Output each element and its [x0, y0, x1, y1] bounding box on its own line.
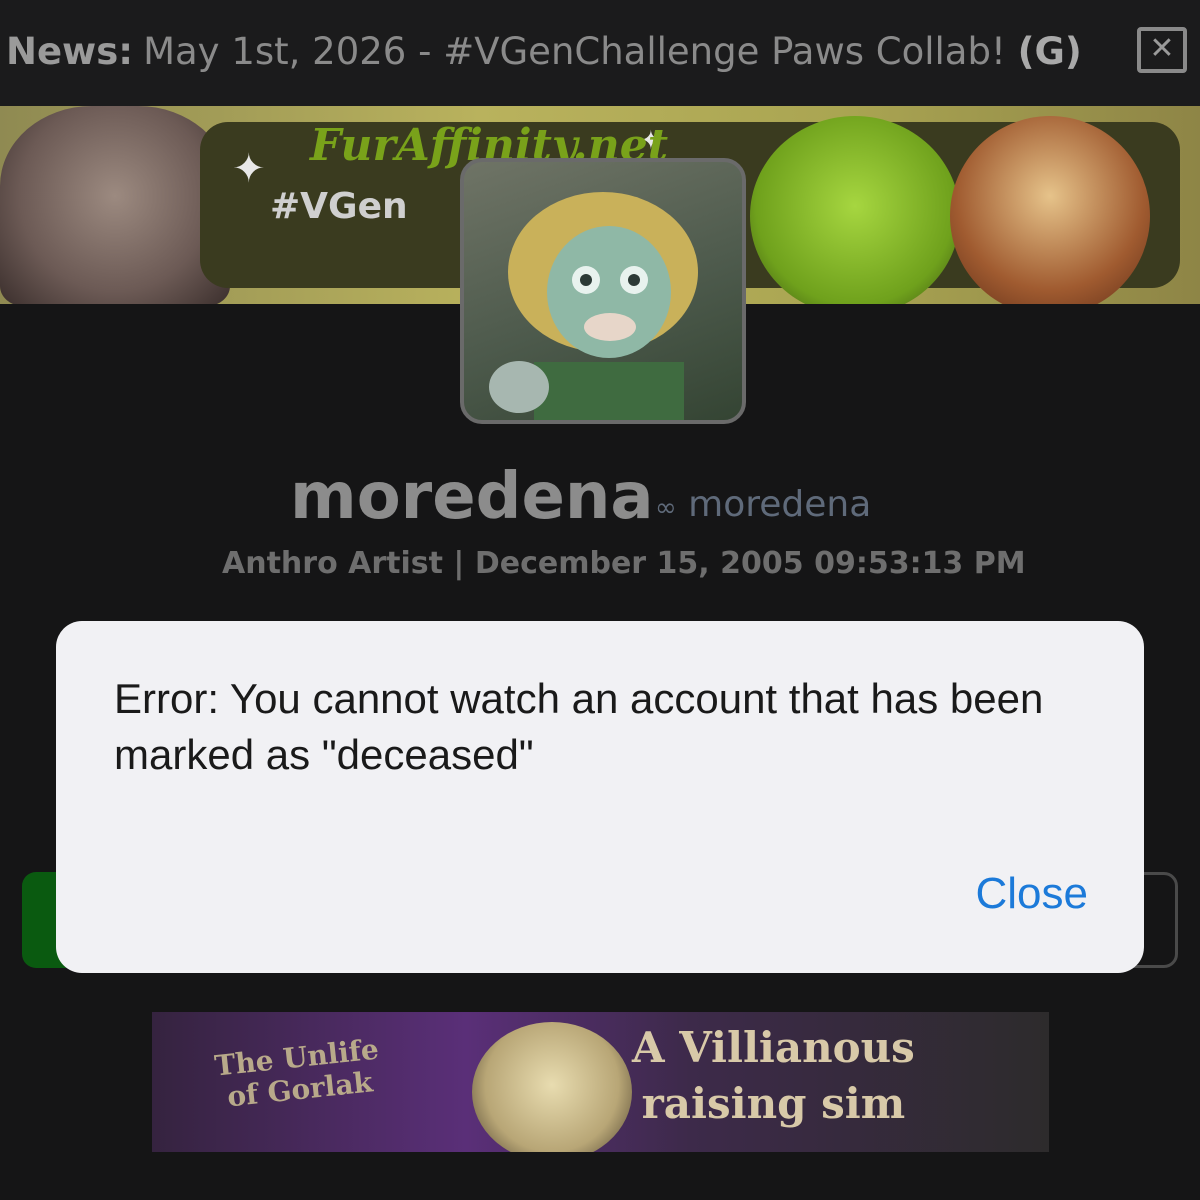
- banner-tag: #VGen: [270, 186, 408, 227]
- news-headline[interactable]: May 1st, 2026 - #VGenChallenge Paws Coll…: [143, 30, 1006, 73]
- news-rating: (G): [1017, 30, 1082, 73]
- alert-close-button[interactable]: Close: [976, 869, 1089, 919]
- ad-tagline: A Villianous raising sim: [632, 1020, 915, 1132]
- alert-message: Error: You cannot watch an account that …: [114, 675, 1044, 778]
- profile-page: News: May 1st, 2026 - #VGenChallenge Paws…: [0, 0, 1200, 1200]
- profile-subline: Anthro Artist | December 15, 2005 09:53:…: [222, 546, 1026, 581]
- avatar-art: [489, 192, 698, 420]
- ad-game-title: The Unlife of Gorlak: [213, 1033, 383, 1115]
- skull-character-art: [472, 1022, 632, 1152]
- brown-character-art: [950, 116, 1150, 304]
- close-icon[interactable]: ✕: [1137, 27, 1187, 73]
- fox-character-art: [0, 106, 230, 304]
- news-text[interactable]: News: May 1st, 2026 - #VGenChallenge Paws…: [6, 30, 1082, 73]
- profile-username: moredena: [290, 460, 654, 534]
- news-label: News:: [6, 30, 134, 73]
- ad-tagline-line-1: A Villianous: [632, 1023, 915, 1072]
- separator: |: [453, 546, 465, 581]
- news-bar: News: May 1st, 2026 - #VGenChallenge Paws…: [0, 0, 1200, 106]
- green-character-art: [750, 116, 960, 304]
- error-alert-dialog: Error: You cannot watch an account that …: [56, 621, 1144, 973]
- alt-handle-link[interactable]: ∞ moredena: [655, 484, 871, 525]
- user-type: Anthro Artist: [222, 546, 443, 581]
- join-date: December 15, 2005 09:53:13 PM: [474, 546, 1026, 581]
- infinity-link-icon: ∞: [655, 493, 677, 523]
- alt-handle-text: moredena: [688, 484, 872, 525]
- advertisement-banner[interactable]: The Unlife of Gorlak A Villianous raisin…: [152, 1012, 1049, 1152]
- sparkle-icon: ✦: [232, 146, 266, 192]
- user-avatar[interactable]: [460, 158, 746, 424]
- ad-tagline-line-2: raising sim: [641, 1079, 906, 1128]
